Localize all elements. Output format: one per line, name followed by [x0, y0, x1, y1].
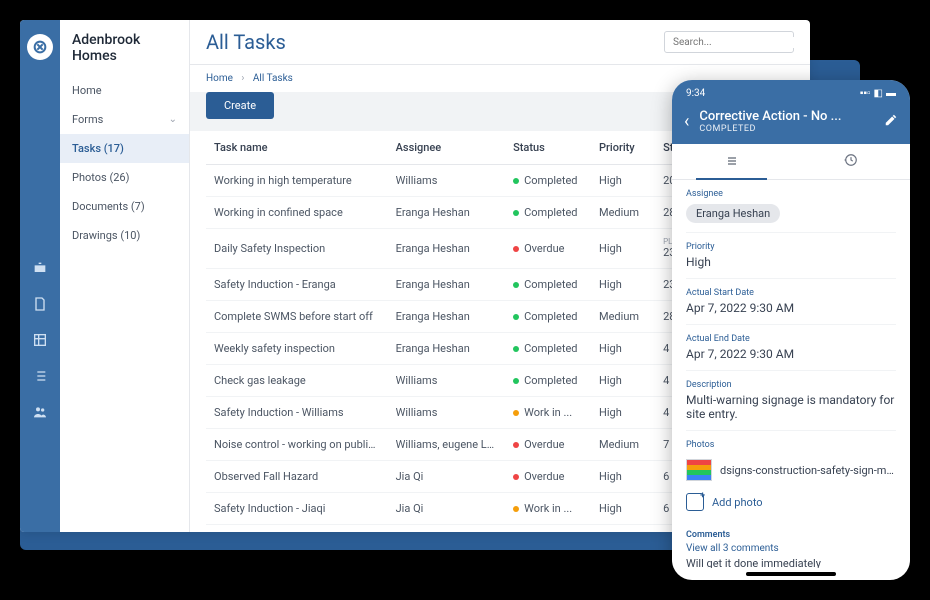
start-date-label: Actual Start Date — [686, 288, 896, 298]
photo-filename: dsigns-construction-safety-sign-multi-..… — [720, 464, 896, 477]
mobile-status-icons: ▪▪▫ ◧ ▬ — [860, 88, 896, 99]
comment-text: Will get it done immediately — [686, 557, 896, 568]
edit-button[interactable] — [884, 112, 898, 131]
assignee-chip[interactable]: Eranga Heshan — [686, 204, 780, 223]
sidebar-item[interactable]: Photos (26) — [60, 163, 189, 192]
sidebar-item[interactable]: Tasks (17) — [60, 134, 189, 163]
chevron-right-icon: › — [241, 73, 244, 84]
end-date-value: Apr 7, 2022 9:30 AM — [686, 347, 896, 361]
list-icon[interactable] — [32, 368, 48, 384]
add-photo-button[interactable]: Add photo — [686, 487, 896, 517]
page-title: All Tasks — [206, 30, 286, 54]
mobile-time: 9:34 — [686, 88, 705, 99]
chevron-down-icon: ⌄ — [169, 114, 177, 125]
briefcase-icon[interactable] — [32, 260, 48, 276]
tab-details[interactable] — [672, 144, 791, 179]
end-date-label: Actual End Date — [686, 334, 896, 344]
grid-icon[interactable] — [32, 332, 48, 348]
battery-icon: ▬ — [886, 88, 896, 99]
column-header[interactable]: Assignee — [388, 131, 506, 165]
photo-thumbnail — [686, 459, 712, 481]
sidebar-item[interactable]: Documents (7) — [60, 192, 189, 221]
priority-label: Priority — [686, 242, 896, 252]
sidebar-item[interactable]: Drawings (10) — [60, 221, 189, 250]
photos-label: Photos — [686, 440, 896, 450]
app-logo[interactable] — [27, 34, 53, 60]
mobile-body: Assignee Eranga Heshan Priority High Act… — [672, 180, 910, 568]
column-header[interactable]: Status — [505, 131, 591, 165]
search-box[interactable] — [664, 31, 794, 53]
wifi-icon: ◧ — [874, 88, 883, 99]
assignee-label: Assignee — [686, 189, 896, 199]
mobile-header: ‹ Corrective Action - No ... COMPLETED — [672, 103, 910, 144]
mobile-status-bar: 9:34 ▪▪▫ ◧ ▬ — [672, 80, 910, 103]
start-date-value: Apr 7, 2022 9:30 AM — [686, 301, 896, 315]
description-label: Description — [686, 380, 896, 390]
breadcrumb-home[interactable]: Home — [206, 73, 233, 84]
nav-rail — [20, 20, 60, 532]
column-header[interactable]: Priority — [591, 131, 655, 165]
photo-item[interactable]: dsigns-construction-safety-sign-multi-..… — [686, 453, 896, 487]
create-button[interactable]: Create — [206, 92, 274, 119]
users-icon[interactable] — [32, 404, 48, 420]
home-indicator — [746, 572, 836, 576]
sidebar-item[interactable]: Home — [60, 76, 189, 105]
tab-history[interactable] — [791, 144, 910, 179]
mobile-status-label: COMPLETED — [699, 124, 874, 134]
search-input[interactable] — [673, 37, 806, 48]
topbar: All Tasks — [190, 20, 810, 65]
column-header[interactable]: Task name — [206, 131, 388, 165]
description-value: Multi-warning signage is mandatory for s… — [686, 393, 896, 421]
signal-icon: ▪▪▫ — [860, 88, 871, 99]
mobile-title: Corrective Action - No ... — [699, 109, 874, 124]
sidebar: Adenbrook Homes HomeForms⌄Tasks (17)Phot… — [60, 20, 190, 532]
workspace-name: Adenbrook Homes — [60, 32, 189, 76]
view-all-comments[interactable]: View all 3 comments — [686, 543, 896, 554]
document-icon[interactable] — [32, 296, 48, 312]
mobile-preview: 9:34 ▪▪▫ ◧ ▬ ‹ Corrective Action - No ..… — [672, 80, 910, 580]
back-button[interactable]: ‹ — [684, 111, 689, 132]
mobile-tabs — [672, 144, 910, 180]
comments-label: Comments — [686, 530, 896, 540]
priority-value: High — [686, 255, 896, 269]
camera-icon — [686, 493, 704, 511]
breadcrumb-current[interactable]: All Tasks — [253, 73, 293, 84]
sidebar-item[interactable]: Forms⌄ — [60, 105, 189, 134]
